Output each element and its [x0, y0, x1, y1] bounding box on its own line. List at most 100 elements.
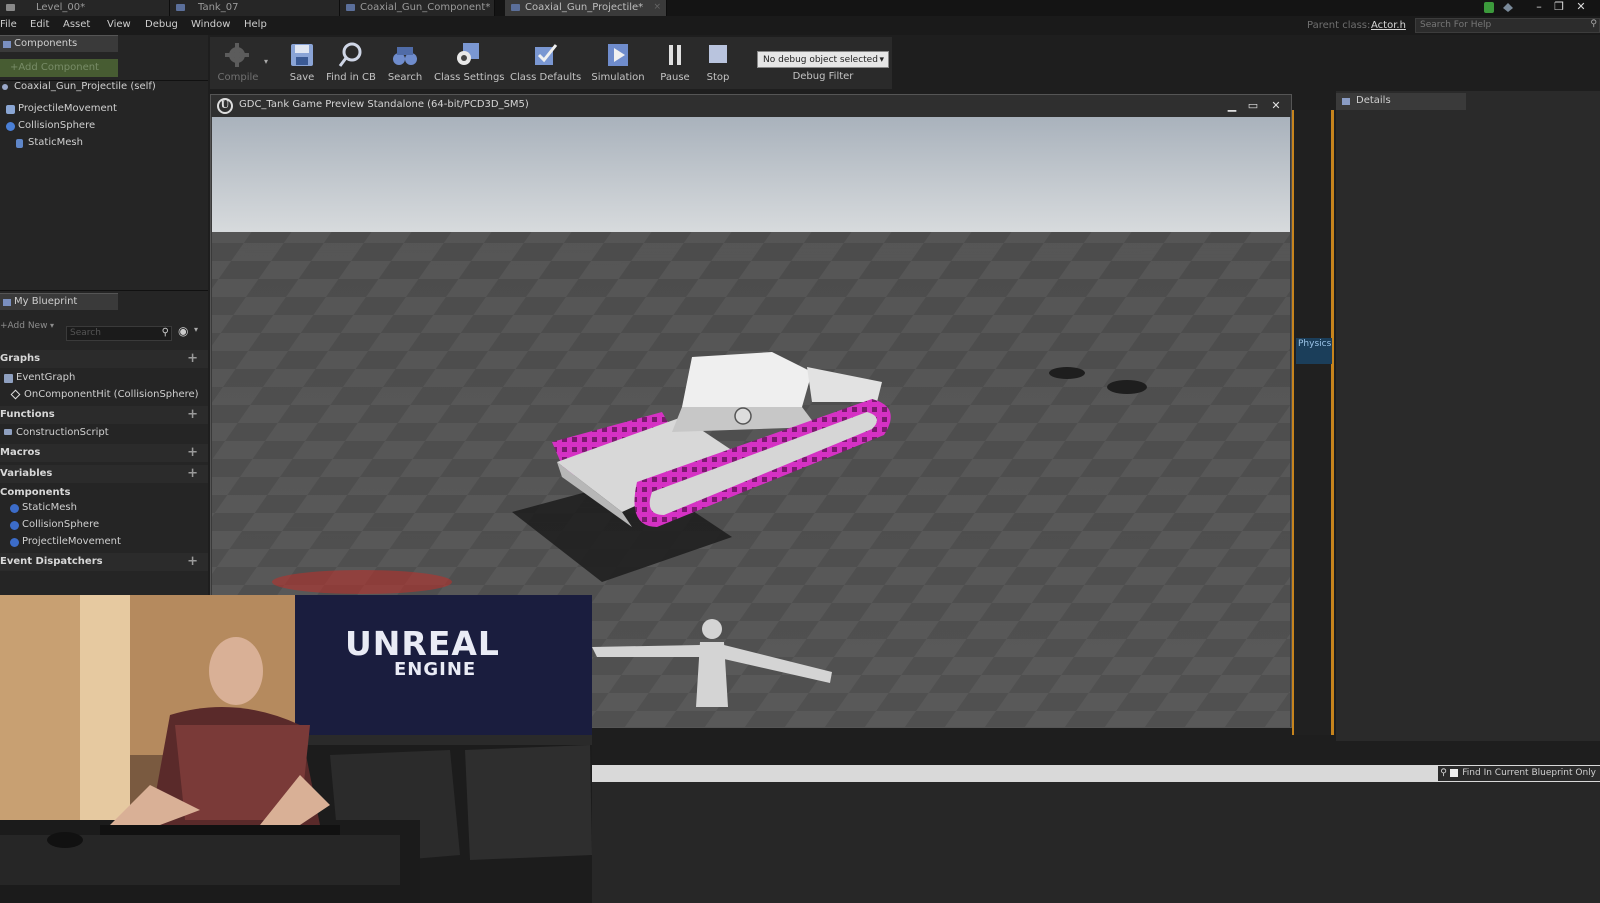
component-projectile-movement[interactable]: ProjectileMovement: [4, 102, 117, 116]
movement-icon: [6, 105, 15, 114]
component-collision-sphere[interactable]: CollisionSphere: [4, 119, 95, 133]
add-variable-icon[interactable]: +: [187, 465, 198, 483]
actor-icon: [2, 84, 8, 90]
feedback-icon[interactable]: [1502, 2, 1514, 13]
class-defaults-icon: [535, 44, 558, 65]
parent-class-label: Parent class:: [1307, 20, 1371, 31]
sphere-icon: [10, 521, 19, 530]
details-tab[interactable]: Details: [1336, 93, 1466, 110]
menu-asset[interactable]: Asset: [63, 19, 90, 30]
find-in-current-blueprint-toggle[interactable]: ⚲ Find In Current Blueprint Only: [1438, 766, 1600, 781]
binoculars-icon: [393, 47, 417, 65]
blueprint-icon: [176, 4, 185, 11]
details-tab-label: Details: [1356, 95, 1391, 106]
variable-collision-sphere[interactable]: CollisionSphere: [8, 518, 99, 532]
stop-label: Stop: [706, 72, 730, 83]
section-functions[interactable]: Functions +: [0, 406, 208, 424]
simulation-play-icon: [608, 44, 628, 66]
menu-edit[interactable]: Edit: [30, 19, 49, 30]
debug-filter-label: Debug Filter: [792, 71, 854, 82]
help-search-placeholder: Search For Help: [1420, 20, 1492, 30]
close-icon[interactable]: ✕: [1267, 98, 1285, 114]
components-category[interactable]: Components: [0, 487, 70, 498]
tab-tank[interactable]: Tank_07: [170, 0, 340, 16]
chevron-down-icon[interactable]: ▾: [50, 321, 54, 330]
menu-file[interactable]: File: [0, 19, 17, 30]
add-dispatcher-icon[interactable]: +: [187, 553, 198, 571]
my-blueprint-tab[interactable]: My Blueprint: [0, 293, 118, 310]
component-static-mesh[interactable]: StaticMesh: [14, 136, 83, 150]
tab-level[interactable]: Level_00*: [0, 0, 170, 16]
graph-item-label: OnComponentHit (CollisionSphere): [24, 389, 199, 400]
add-macro-icon[interactable]: +: [187, 444, 198, 462]
section-functions-label: Functions: [0, 409, 55, 420]
components-icon: [3, 41, 11, 48]
maximize-icon[interactable]: ▭: [1244, 98, 1262, 114]
parent-class-link[interactable]: Actor.h: [1371, 20, 1406, 31]
variable-projectile-movement[interactable]: ProjectileMovement: [8, 535, 121, 549]
find-in-cb-button[interactable]: Find in CB: [323, 37, 379, 89]
section-macros[interactable]: Macros +: [0, 444, 208, 462]
menu-window[interactable]: Window: [191, 19, 230, 30]
minimize-icon[interactable]: ▁: [1223, 98, 1241, 114]
add-function-icon[interactable]: +: [187, 406, 198, 424]
save-button[interactable]: Save: [274, 37, 330, 89]
add-new-button[interactable]: +Add New: [0, 321, 47, 331]
find-results-panel: [590, 782, 1600, 903]
class-settings-label: Class Settings: [434, 72, 505, 83]
components-tab-label: Components: [14, 38, 78, 49]
section-event-dispatchers[interactable]: Event Dispatchers +: [0, 553, 208, 571]
compile-options-chevron-icon[interactable]: ▾: [264, 57, 268, 66]
stop-button[interactable]: Stop: [690, 37, 746, 89]
variable-item-label: StaticMesh: [22, 502, 77, 513]
menu-view[interactable]: View: [107, 19, 131, 30]
magnifier-icon: [338, 42, 362, 67]
variable-static-mesh[interactable]: StaticMesh: [8, 501, 77, 515]
components-tab[interactable]: Components: [0, 35, 118, 52]
close-icon[interactable]: ×: [653, 0, 661, 15]
add-component-button[interactable]: +Add Component: [0, 59, 118, 77]
tab-coaxial-gun-projectile[interactable]: Coaxial_Gun_Projectile* ×: [505, 0, 667, 16]
find-in-cb-label: Find in CB: [326, 72, 376, 83]
graph-editor-edge[interactable]: Physics: [1292, 110, 1334, 735]
search-icon: ⚲: [1590, 19, 1597, 29]
pause-icon: [669, 45, 681, 65]
tab-coaxial-gun-component[interactable]: Coaxial_Gun_Component*: [340, 0, 495, 16]
section-variables[interactable]: Variables +: [0, 465, 208, 483]
presenter-webcam: [0, 595, 592, 903]
class-defaults-button[interactable]: Class Defaults: [510, 37, 581, 89]
variable-item-label: CollisionSphere: [22, 519, 100, 530]
red-light-blur: [272, 570, 452, 594]
simulation-button[interactable]: Simulation: [590, 37, 646, 89]
find-results-search-input[interactable]: ⚲ Find In Current Blueprint Only: [590, 765, 1600, 782]
compile-button[interactable]: Compile: [210, 37, 266, 89]
debug-object-select[interactable]: No debug object selected ▾: [757, 51, 889, 68]
blueprint-search-placeholder: Search: [70, 328, 101, 338]
help-search-input[interactable]: Search For Help ⚲: [1415, 18, 1600, 33]
source-control-icon[interactable]: [1484, 2, 1494, 13]
blueprint-search-input[interactable]: Search ⚲: [66, 326, 172, 341]
close-window-icon[interactable]: ✕: [1572, 0, 1590, 14]
visibility-eye-icon[interactable]: ◉: [178, 324, 188, 338]
class-settings-button[interactable]: Class Settings: [434, 37, 505, 89]
function-construction-script[interactable]: ConstructionScript: [2, 426, 109, 440]
restore-icon[interactable]: ❐: [1550, 0, 1568, 14]
menu-help[interactable]: Help: [244, 19, 267, 30]
section-macros-label: Macros: [0, 447, 41, 458]
sky: [212, 117, 1290, 237]
chevron-down-icon[interactable]: ▾: [194, 325, 198, 334]
search-label: Search: [387, 72, 423, 83]
tab-label: Coaxial_Gun_Projectile*: [525, 2, 644, 13]
add-graph-icon[interactable]: +: [187, 350, 198, 368]
section-graphs[interactable]: Graphs +: [0, 350, 208, 368]
static-mesh-icon: [10, 504, 19, 513]
graph-event-graph[interactable]: EventGraph: [2, 371, 75, 385]
search-button[interactable]: Search: [377, 37, 433, 89]
physics-node-fragment[interactable]: Physics: [1296, 338, 1332, 364]
menu-debug[interactable]: Debug: [145, 19, 178, 30]
minimize-icon[interactable]: –: [1530, 0, 1548, 14]
component-root[interactable]: Coaxial_Gun_Projectile (self): [0, 80, 156, 94]
preview-titlebar[interactable]: U GDC_Tank Game Preview Standalone (64-b…: [211, 95, 1291, 117]
graph-on-component-hit[interactable]: OnComponentHit (CollisionSphere): [10, 388, 199, 402]
variable-item-label: ProjectileMovement: [22, 536, 121, 547]
